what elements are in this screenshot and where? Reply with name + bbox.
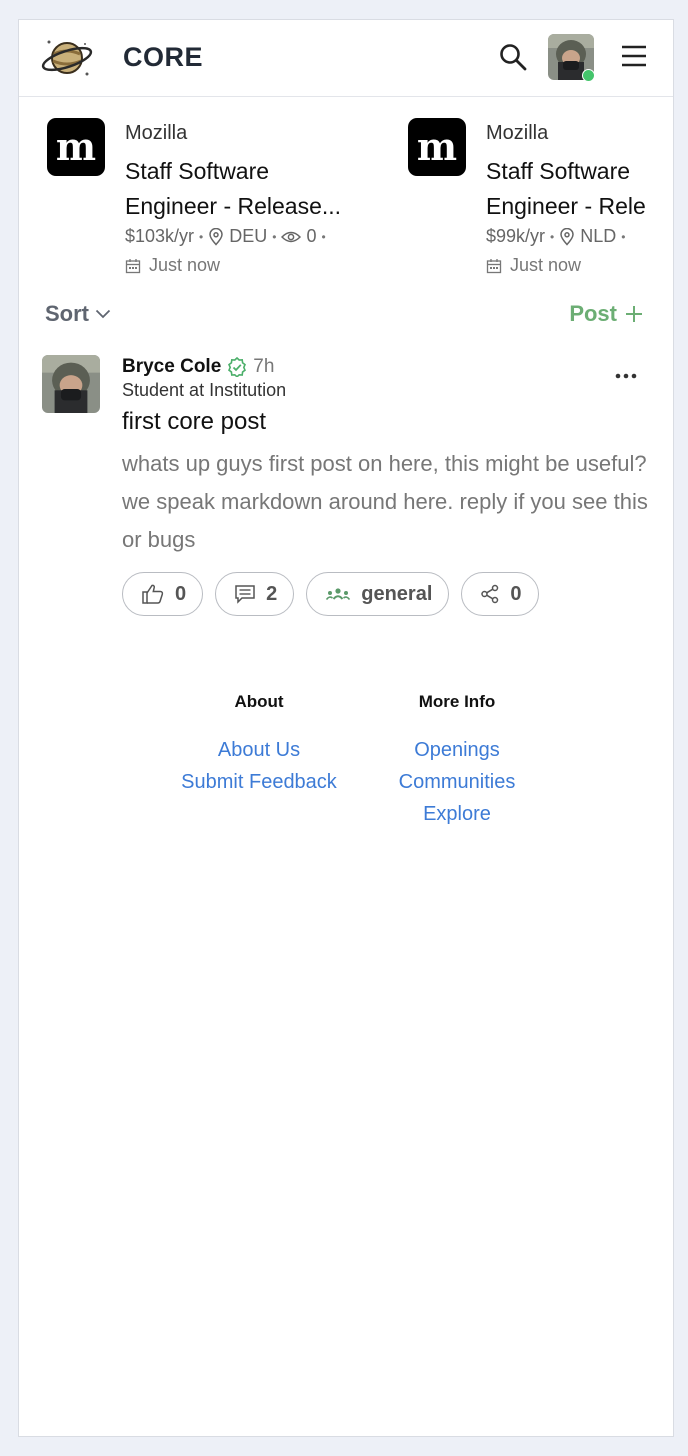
footer-link-explore[interactable]: Explore xyxy=(377,798,537,830)
comment-icon xyxy=(235,585,255,604)
location-pin-icon xyxy=(560,227,574,246)
job-card[interactable]: m Mozilla Staff Software Engineer - Rele… xyxy=(380,98,673,278)
job-salary: $103k/yr xyxy=(125,226,195,246)
chevron-down-icon xyxy=(95,309,111,319)
job-card[interactable]: m Mozilla Staff Software Engineer - Rele… xyxy=(19,98,349,278)
post-actions: 0 2 general 0 xyxy=(122,572,539,616)
footer-link-openings[interactable]: Openings xyxy=(377,734,537,766)
job-title[interactable]: Staff Software Engineer - Release... xyxy=(125,154,365,224)
company-logo-letter: m xyxy=(416,124,458,169)
separator-dot: • xyxy=(272,229,277,244)
post-author-name[interactable]: Bryce Cole xyxy=(122,356,221,378)
community-people-icon xyxy=(326,588,351,601)
app-frame: CORE m Mozilla Staff Software Engineer -… xyxy=(18,19,674,1437)
separator-dot: • xyxy=(321,229,326,244)
job-posted: Just now xyxy=(125,255,220,276)
job-posted: Just now xyxy=(486,255,581,276)
job-title-line: Staff Software xyxy=(125,158,270,184)
top-nav: CORE xyxy=(19,20,673,97)
calendar-icon xyxy=(486,258,502,273)
footer-more-info: More Info Openings Communities Explore xyxy=(377,692,537,830)
online-status-dot xyxy=(582,69,595,82)
separator-dot: • xyxy=(621,229,626,244)
job-title-line: Staff Software xyxy=(486,158,631,184)
separator-dot: • xyxy=(550,229,555,244)
job-posted-text: Just now xyxy=(149,255,221,275)
share-count: 0 xyxy=(510,582,522,605)
comment-count: 2 xyxy=(266,582,278,605)
post-author-headline: Student at Institution xyxy=(122,380,287,400)
post-label: Post xyxy=(569,301,617,326)
brand-name[interactable]: CORE xyxy=(123,42,203,73)
search-icon[interactable] xyxy=(498,42,528,72)
comment-button[interactable]: 2 xyxy=(215,572,295,616)
share-icon xyxy=(481,584,499,604)
footer-link-about-us[interactable]: About Us xyxy=(159,734,359,766)
job-location: NLD xyxy=(580,226,617,246)
job-carousel[interactable]: m Mozilla Staff Software Engineer - Rele… xyxy=(19,98,673,298)
company-logo-letter: m xyxy=(55,124,97,169)
avatar-photo-icon xyxy=(42,355,100,413)
post-author-row: Bryce Cole 7h xyxy=(122,356,274,378)
footer-link-communities[interactable]: Communities xyxy=(377,766,537,798)
job-title[interactable]: Staff Software Engineer - Rele xyxy=(486,154,673,224)
like-button[interactable]: 0 xyxy=(122,572,204,616)
job-meta: $103k/yr • DEU • 0 • xyxy=(125,226,326,247)
share-button[interactable]: 0 xyxy=(461,572,539,616)
verified-badge-icon xyxy=(228,357,247,377)
job-title-line: Engineer - Release... xyxy=(125,193,342,219)
job-meta: $99k/yr • NLD • xyxy=(486,226,625,247)
community-name: general xyxy=(361,582,433,605)
post-author-avatar[interactable] xyxy=(42,355,100,413)
company-logo: m xyxy=(47,118,105,176)
sort-label: Sort xyxy=(45,301,89,326)
job-posted-text: Just now xyxy=(510,255,582,275)
job-salary: $99k/yr xyxy=(486,226,546,246)
hamburger-menu-icon[interactable] xyxy=(620,42,648,70)
calendar-icon xyxy=(125,258,141,273)
job-company: Mozilla xyxy=(486,122,549,144)
thumbs-up-icon xyxy=(142,584,164,604)
plus-icon xyxy=(626,306,642,322)
company-logo: m xyxy=(408,118,466,176)
footer-heading: About xyxy=(234,692,284,711)
sort-dropdown[interactable]: Sort xyxy=(45,301,111,327)
new-post-button[interactable]: Post xyxy=(569,301,643,327)
planet-logo-icon[interactable] xyxy=(41,34,93,82)
eye-icon xyxy=(281,231,302,242)
footer-about: About About Us Submit Feedback xyxy=(159,692,359,798)
footer-heading: More Info xyxy=(418,692,496,711)
post-body: whats up guys first post on here, this m… xyxy=(122,451,648,552)
job-location: DEU xyxy=(229,226,268,246)
footer-link-submit-feedback[interactable]: Submit Feedback xyxy=(159,766,359,798)
post-title[interactable]: first core post xyxy=(122,408,266,436)
location-pin-icon xyxy=(209,227,224,246)
like-count: 0 xyxy=(175,582,187,605)
job-company: Mozilla xyxy=(125,122,188,144)
more-options-icon[interactable] xyxy=(611,366,641,386)
separator-dot: • xyxy=(199,229,204,244)
job-views: 0 xyxy=(306,226,317,246)
job-title-line: Engineer - Rele xyxy=(486,193,646,219)
community-tag[interactable]: general xyxy=(306,572,450,616)
post-time: 7h xyxy=(253,356,275,377)
